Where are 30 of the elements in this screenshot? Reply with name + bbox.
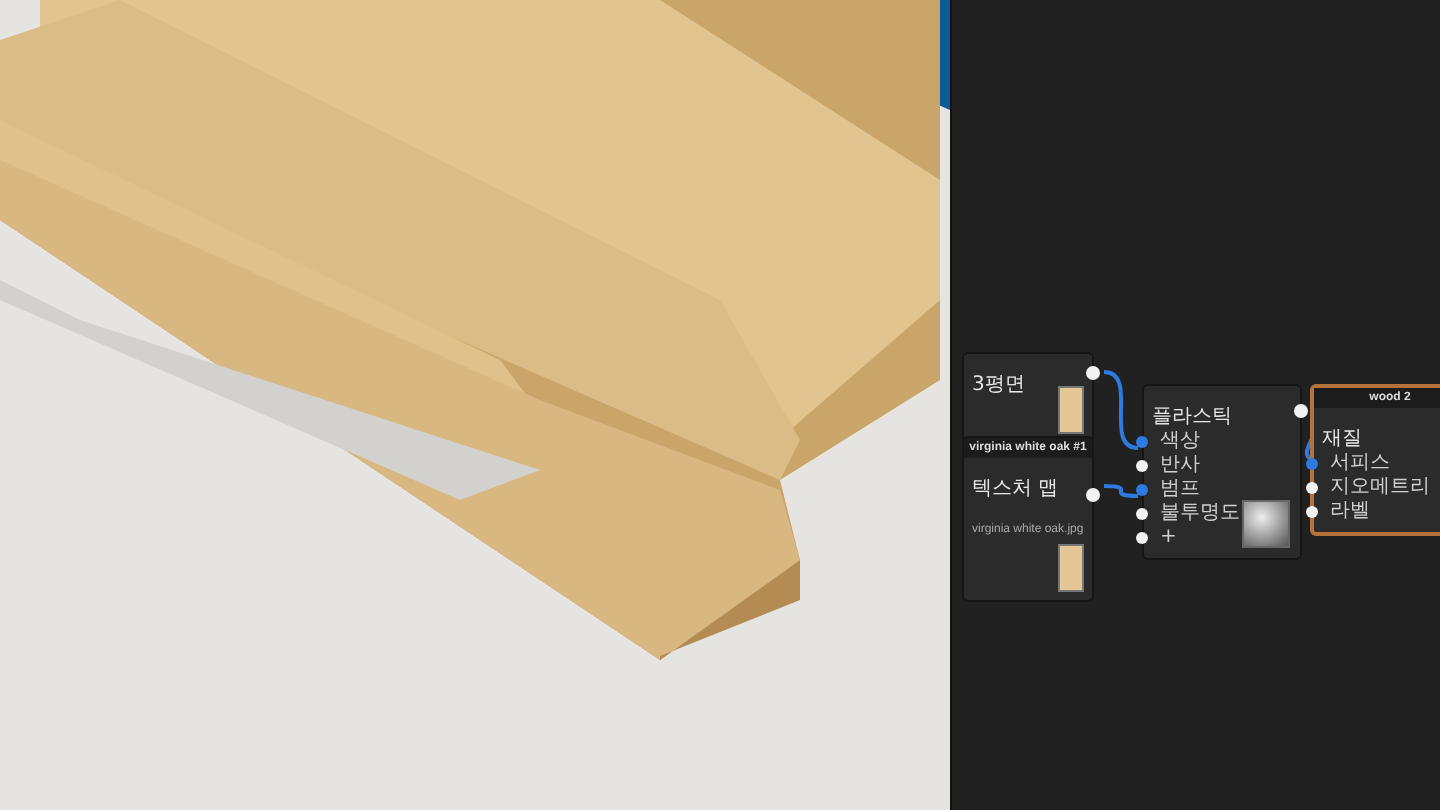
output-port[interactable] <box>1294 404 1308 418</box>
output-port[interactable] <box>1086 488 1100 502</box>
node-title: 재질 <box>1322 426 1362 452</box>
input-label: + <box>1160 526 1177 550</box>
input-label: 색상 <box>1160 430 1200 454</box>
input-label: 지오메트리 <box>1330 476 1430 500</box>
input-port[interactable] <box>1306 458 1318 470</box>
sphere-preview-icon <box>1242 500 1290 548</box>
node-title: 플라스틱 <box>1152 404 1232 430</box>
input-port[interactable] <box>1306 506 1318 518</box>
input-port[interactable] <box>1136 484 1148 496</box>
connection-wire <box>1103 370 1139 450</box>
wood-swatch <box>1058 544 1084 592</box>
node-card[interactable]: 플라스틱 색상 반사 범프 불투명도 + <box>1142 384 1302 560</box>
input-port[interactable] <box>1136 460 1148 472</box>
input-label: 서피스 <box>1330 452 1390 476</box>
input-label: 반사 <box>1160 454 1200 478</box>
wood-swatch <box>1058 386 1084 434</box>
input-label: 범프 <box>1160 478 1200 502</box>
node-title: 3평면 <box>972 372 1025 398</box>
input-port[interactable] <box>1306 482 1318 494</box>
input-port[interactable] <box>1136 532 1148 544</box>
input-port[interactable] <box>1136 436 1148 448</box>
connection-wire <box>1103 484 1139 498</box>
input-port[interactable] <box>1136 508 1148 520</box>
input-label: 불투명도 <box>1160 502 1240 526</box>
node-title: 텍스처 맵 <box>972 476 1059 502</box>
input-label: 라벨 <box>1330 500 1370 524</box>
output-port[interactable] <box>1086 366 1100 380</box>
node-card[interactable]: 3평면 <box>962 352 1094 444</box>
